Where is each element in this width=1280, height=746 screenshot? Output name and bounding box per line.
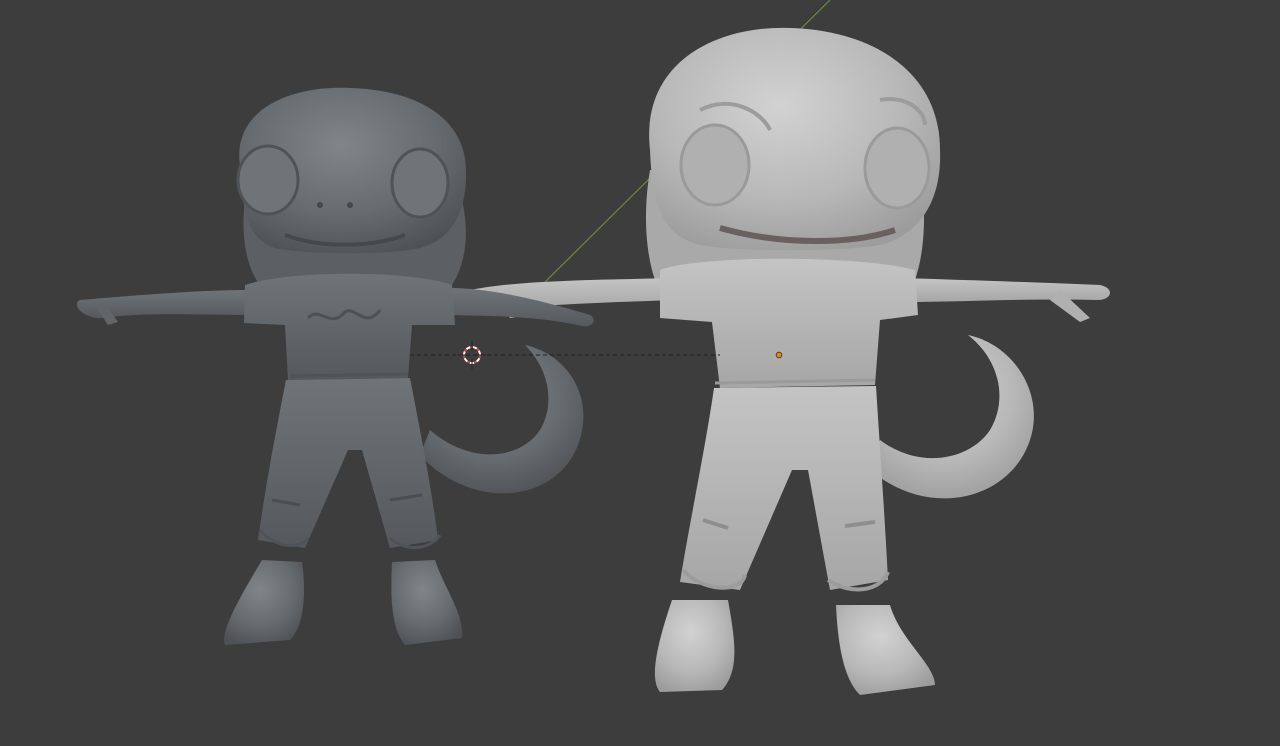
gecko-character-detailed[interactable] [76, 87, 594, 645]
object-origin-icon[interactable] [775, 351, 783, 359]
viewport-canvas[interactable] [0, 0, 1280, 746]
gecko-character-smooth[interactable] [463, 27, 1110, 695]
3d-cursor-icon[interactable] [458, 341, 486, 369]
3d-viewport[interactable] [0, 0, 1280, 746]
